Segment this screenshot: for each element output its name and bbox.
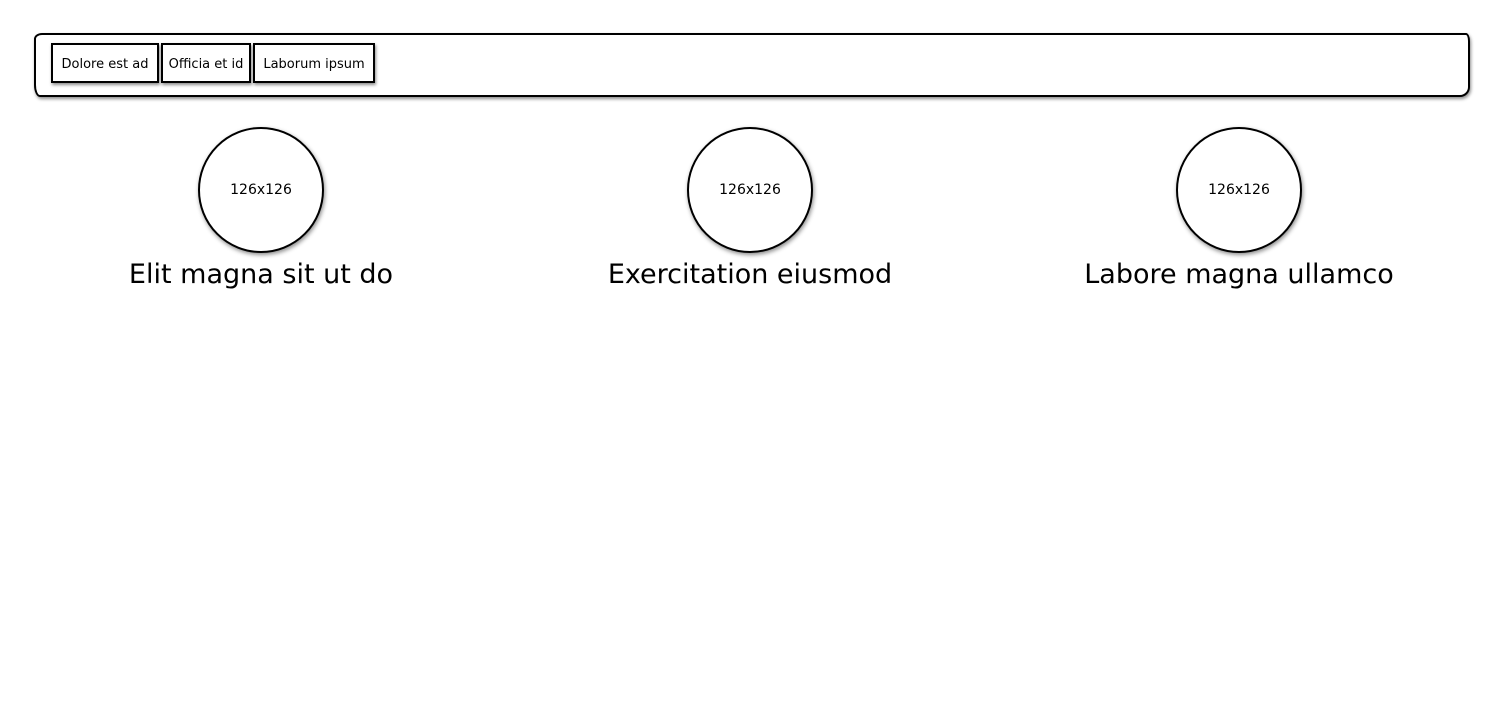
image-placeholder-label: 126x126 — [1208, 182, 1270, 198]
card-title: Labore magna ullamco — [1084, 259, 1394, 290]
image-placeholder-label: 126x126 — [230, 182, 292, 198]
top-nav-bar: Dolore est ad Officia et id Laborum ipsu… — [34, 33, 1470, 97]
image-placeholder: 126x126 — [687, 127, 813, 253]
feature-card: 126x126 Labore magna ullamco — [1074, 127, 1404, 290]
feature-card: 126x126 Exercitation eiusmod — [585, 127, 915, 290]
card-title: Elit magna sit ut do — [128, 259, 394, 290]
image-placeholder: 126x126 — [198, 127, 324, 253]
card-title: Exercitation eiusmod — [607, 259, 893, 290]
image-placeholder: 126x126 — [1176, 127, 1302, 253]
feature-card: 126x126 Elit magna sit ut do — [96, 127, 426, 290]
image-placeholder-label: 126x126 — [719, 182, 781, 198]
nav-button-dolore-est-ad[interactable]: Dolore est ad — [51, 43, 159, 83]
nav-button-laborum-ipsum[interactable]: Laborum ipsum — [253, 43, 375, 83]
nav-button-officia-et-id[interactable]: Officia et id — [161, 43, 251, 83]
